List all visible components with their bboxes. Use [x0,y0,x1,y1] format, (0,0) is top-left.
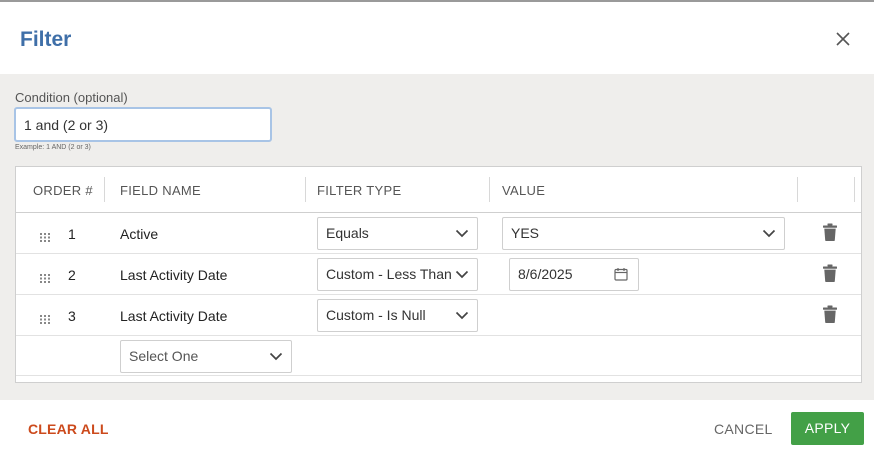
row-order: 3 [68,308,76,324]
chevron-down-icon [455,270,469,279]
row-field-name: Last Activity Date [120,267,228,283]
new-filter-row: Select One [16,336,861,376]
table-row: 3 Last Activity Date Custom - Is Null [16,295,861,336]
clear-all-button[interactable]: CLEAR ALL [28,421,109,437]
filter-type-value: Equals [326,225,369,241]
header-order: ORDER # [33,183,93,198]
drag-handle-icon[interactable] [40,311,52,324]
dialog-footer: CLEAR ALL CANCEL APPLY [0,400,874,460]
header-divider [854,177,855,202]
filter-type-select[interactable]: Custom - Is Null [317,299,478,332]
condition-label: Condition (optional) [15,90,128,105]
date-input[interactable]: 8/6/2025 [509,258,639,291]
filter-type-select[interactable]: Custom - Less Than [317,258,478,291]
table-row: 2 Last Activity Date Custom - Less Than … [16,254,861,295]
header-divider [305,177,306,202]
dialog-title: Filter [20,28,72,51]
row-order: 1 [68,226,76,242]
header-value: VALUE [502,183,546,198]
close-icon[interactable] [834,30,852,48]
dialog-header: Filter [0,2,874,74]
header-field-name: FIELD NAME [120,183,202,198]
chevron-down-icon [762,229,776,238]
date-value: 8/6/2025 [518,266,573,282]
filter-type-value: Custom - Is Null [326,307,426,323]
field-name-placeholder: Select One [129,348,199,364]
header-divider [489,177,490,202]
table-header: ORDER # FIELD NAME FILTER TYPE VALUE [16,167,861,213]
trash-icon[interactable] [823,305,837,323]
condition-hint: Example: 1 AND (2 or 3) [15,144,91,151]
header-filter-type: FILTER TYPE [317,183,402,198]
trash-icon[interactable] [823,223,837,241]
row-field-name: Last Activity Date [120,308,228,324]
chevron-down-icon [455,311,469,320]
drag-handle-icon[interactable] [40,229,52,242]
drag-handle-icon[interactable] [40,270,52,283]
calendar-icon[interactable] [614,267,628,281]
chevron-down-icon [455,229,469,238]
value-select[interactable]: YES [502,217,785,250]
value-select-value: YES [511,225,540,241]
row-order: 2 [68,267,76,283]
chevron-down-icon [269,352,283,361]
dialog-body: Condition (optional) Example: 1 AND (2 o… [0,74,874,400]
apply-button[interactable]: APPLY [791,412,864,445]
condition-input[interactable] [14,107,272,142]
header-divider [104,177,105,202]
row-field-name: Active [120,226,159,242]
cancel-button[interactable]: CANCEL [714,421,773,437]
table-row: 1 Active Equals YES [16,213,861,254]
header-divider [797,177,798,202]
trash-icon[interactable] [823,264,837,282]
filter-type-select[interactable]: Equals [317,217,478,250]
filter-table: ORDER # FIELD NAME FILTER TYPE VALUE 1 A… [15,166,862,383]
filter-type-value: Custom - Less Than [326,266,452,282]
field-name-select[interactable]: Select One [120,340,292,373]
